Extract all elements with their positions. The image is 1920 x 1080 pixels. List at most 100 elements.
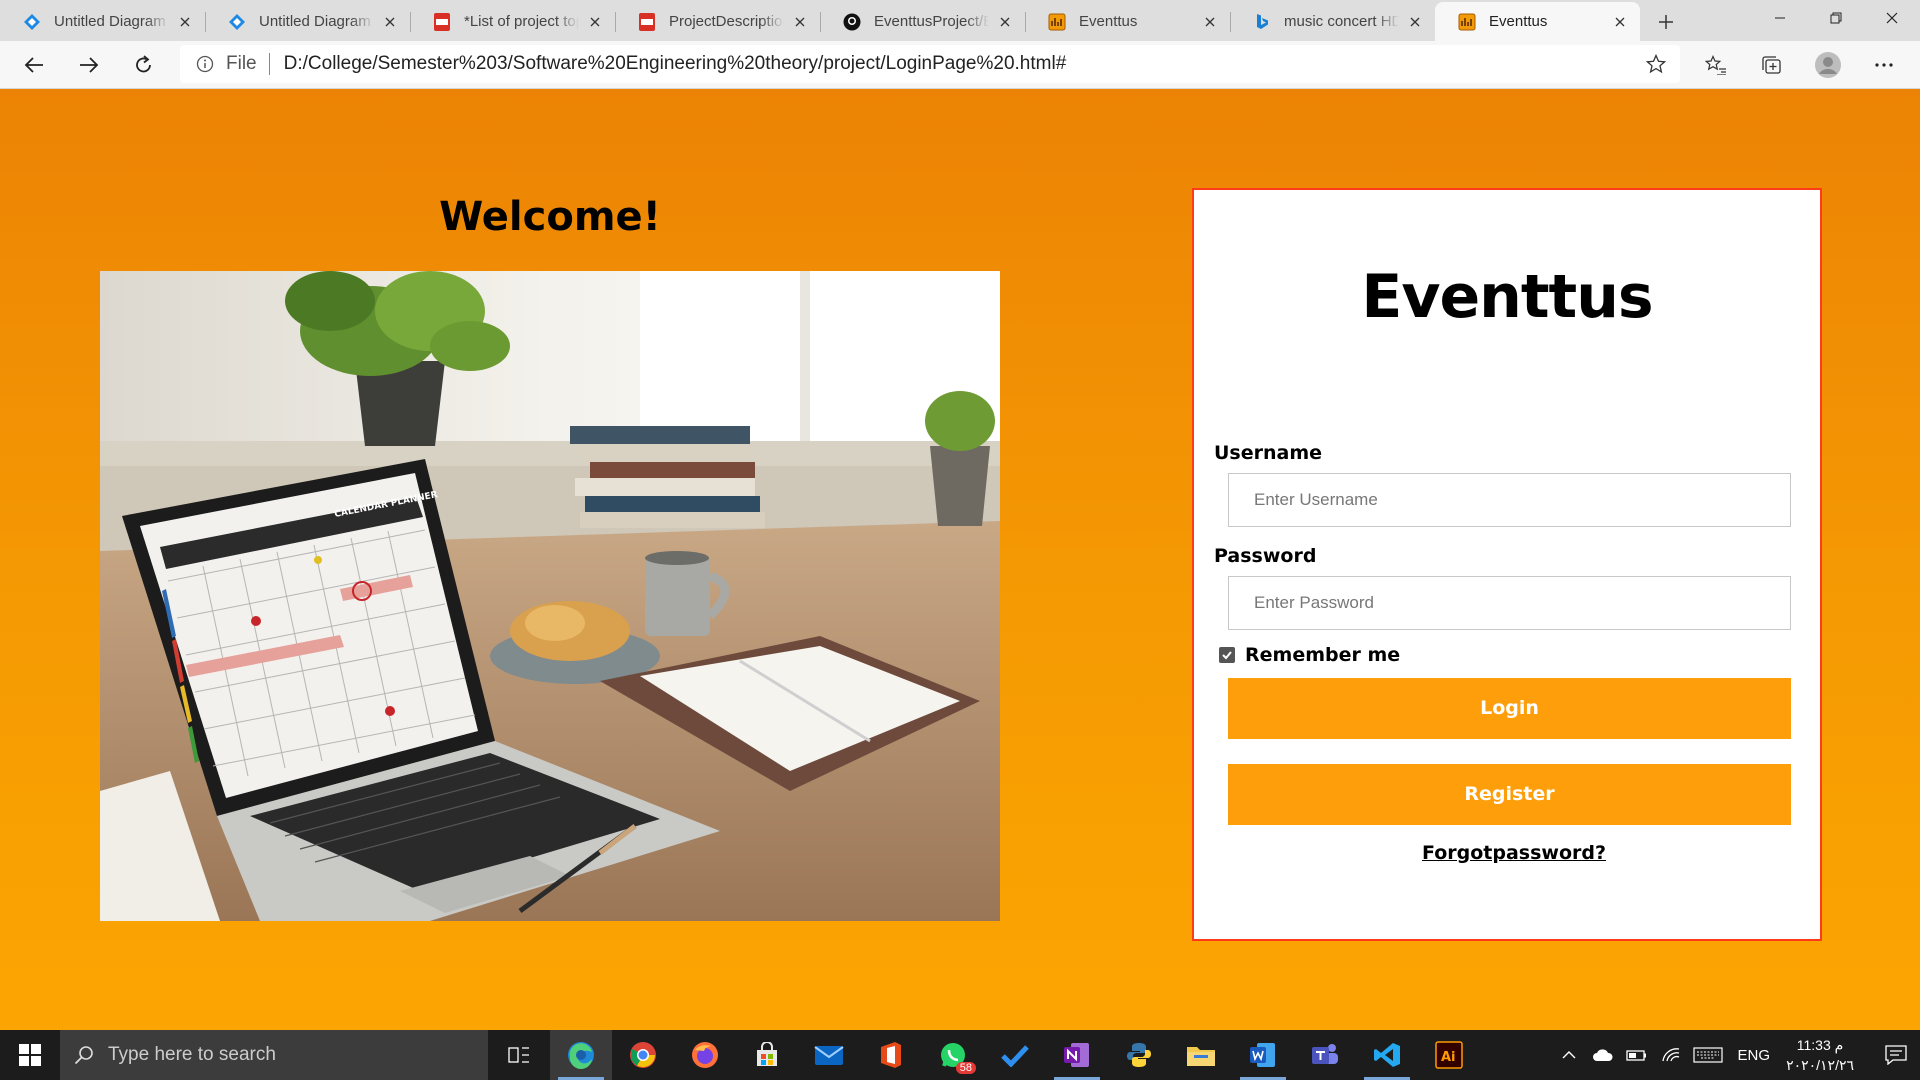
toolbar-right bbox=[1696, 45, 1920, 85]
address-scheme: File bbox=[226, 53, 257, 74]
word-icon[interactable] bbox=[1232, 1030, 1294, 1080]
notification-icon bbox=[1885, 1045, 1907, 1065]
browser-tab-strip: Untitled Diagram Untitled Diagram *List … bbox=[0, 0, 1920, 41]
store-icon[interactable] bbox=[736, 1030, 798, 1080]
office-icon[interactable] bbox=[860, 1030, 922, 1080]
checkmark-icon bbox=[1222, 651, 1232, 660]
svg-text:Ai: Ai bbox=[1441, 1050, 1456, 1065]
new-tab-button[interactable] bbox=[1646, 2, 1686, 41]
plus-icon bbox=[1659, 14, 1673, 29]
address-separator bbox=[268, 53, 270, 75]
drawio-icon bbox=[227, 12, 247, 32]
firefox-icon[interactable] bbox=[674, 1030, 736, 1080]
minimize-button[interactable] bbox=[1752, 0, 1808, 36]
register-button[interactable]: Register bbox=[1228, 764, 1791, 825]
clock[interactable]: 11:33 م ٢٠٢٠/١٢/٢٦ bbox=[1786, 1035, 1854, 1075]
whatsapp-icon[interactable]: 58 bbox=[922, 1030, 984, 1080]
browser-tab-active[interactable]: Eventtus bbox=[1435, 2, 1640, 41]
bing-icon bbox=[1252, 12, 1272, 32]
close-tab-icon[interactable] bbox=[175, 12, 195, 32]
username-label: Username bbox=[1214, 442, 1323, 464]
task-view-icon[interactable] bbox=[488, 1030, 550, 1080]
drawio-icon bbox=[22, 12, 42, 32]
remember-me-checkbox[interactable] bbox=[1219, 647, 1235, 663]
browser-tab[interactable]: music concert HD bbox=[1230, 2, 1435, 41]
address-url[interactable]: D:/College/Semester%203/Software%20Engin… bbox=[284, 53, 1067, 75]
forward-button[interactable] bbox=[69, 45, 109, 85]
browser-tab[interactable]: Eventtus bbox=[1025, 2, 1230, 41]
clock-time: 11:33 م bbox=[1796, 1037, 1844, 1053]
tab-title: Untitled Diagram bbox=[54, 13, 166, 30]
close-tab-icon[interactable] bbox=[1610, 12, 1630, 32]
mail-icon[interactable] bbox=[798, 1030, 860, 1080]
browser-tab[interactable]: Untitled Diagram bbox=[0, 2, 205, 41]
eventtus-favicon bbox=[1457, 12, 1477, 32]
info-icon[interactable] bbox=[196, 54, 216, 74]
profile-avatar[interactable] bbox=[1808, 45, 1848, 85]
tab-title: *List of project top bbox=[464, 13, 579, 30]
taskbar-search[interactable]: Type here to search bbox=[60, 1030, 488, 1080]
search-placeholder: Type here to search bbox=[108, 1044, 276, 1065]
hero-photo: CALENDAR PLANNER bbox=[100, 271, 1000, 921]
collections-button[interactable] bbox=[1752, 45, 1792, 85]
python-icon[interactable] bbox=[1108, 1030, 1170, 1080]
search-icon bbox=[74, 1046, 93, 1065]
close-window-button[interactable] bbox=[1864, 0, 1920, 36]
browser-tab[interactable]: ProjectDescription bbox=[615, 2, 820, 41]
windows-taskbar: Type here to search 58 Ai ENG 11:33 م ٢٠… bbox=[0, 1030, 1920, 1080]
edge-icon[interactable] bbox=[550, 1030, 612, 1080]
brand-title: Eventtus bbox=[1361, 262, 1653, 332]
remember-me-row: Remember me bbox=[1219, 644, 1400, 666]
todo-icon[interactable] bbox=[984, 1030, 1046, 1080]
pdf-icon bbox=[432, 12, 452, 32]
browser-tab[interactable]: Untitled Diagram bbox=[205, 2, 410, 41]
favorites-button[interactable] bbox=[1696, 45, 1736, 85]
windows-logo-icon bbox=[19, 1044, 41, 1066]
github-icon bbox=[842, 12, 862, 32]
clock-date: ٢٠٢٠/١٢/٢٦ bbox=[1786, 1057, 1854, 1073]
laptop-calendar-image: CALENDAR PLANNER bbox=[100, 271, 1000, 921]
illustrator-icon[interactable]: Ai bbox=[1418, 1030, 1480, 1080]
close-tab-icon[interactable] bbox=[380, 12, 400, 32]
address-bar[interactable]: File D:/College/Semester%203/Software%20… bbox=[180, 45, 1680, 83]
tab-title: Untitled Diagram bbox=[259, 13, 371, 30]
back-button[interactable] bbox=[14, 45, 54, 85]
password-input[interactable] bbox=[1228, 576, 1791, 630]
favorites-icon bbox=[1705, 55, 1726, 75]
password-label: Password bbox=[1214, 545, 1317, 567]
refresh-icon bbox=[136, 54, 151, 72]
forgot-password-link[interactable]: Forgotpassword? bbox=[1194, 842, 1820, 864]
remember-me-label: Remember me bbox=[1245, 644, 1401, 666]
onenote-icon[interactable] bbox=[1046, 1030, 1108, 1080]
close-tab-icon[interactable] bbox=[995, 12, 1015, 32]
input-language[interactable]: ENG bbox=[1738, 1047, 1771, 1064]
notifications-button[interactable] bbox=[1872, 1030, 1920, 1080]
star-icon[interactable] bbox=[1645, 53, 1667, 80]
vscode-icon[interactable] bbox=[1356, 1030, 1418, 1080]
login-button[interactable]: Login bbox=[1228, 678, 1791, 739]
browser-tab[interactable]: EventtusProject/Ev bbox=[820, 2, 1025, 41]
teams-icon[interactable] bbox=[1294, 1030, 1356, 1080]
keyboard-icon[interactable] bbox=[1690, 1030, 1726, 1080]
tab-title: EventtusProject/Ev bbox=[874, 13, 989, 30]
close-icon bbox=[1886, 12, 1898, 24]
file-explorer-icon[interactable] bbox=[1170, 1030, 1232, 1080]
onedrive-icon[interactable] bbox=[1588, 1030, 1618, 1080]
close-tab-icon[interactable] bbox=[790, 12, 810, 32]
settings-more-button[interactable] bbox=[1864, 45, 1904, 85]
start-button[interactable] bbox=[0, 1030, 60, 1080]
username-input[interactable] bbox=[1228, 473, 1791, 527]
pdf-icon bbox=[637, 12, 657, 32]
browser-tab[interactable]: *List of project top bbox=[410, 2, 615, 41]
restore-button[interactable] bbox=[1808, 0, 1864, 36]
tab-title: ProjectDescription bbox=[669, 13, 784, 30]
wifi-icon[interactable] bbox=[1656, 1030, 1686, 1080]
more-dots-icon bbox=[1875, 63, 1893, 67]
battery-icon[interactable] bbox=[1622, 1030, 1652, 1080]
chevron-up-icon[interactable] bbox=[1554, 1030, 1584, 1080]
chrome-icon[interactable] bbox=[612, 1030, 674, 1080]
close-tab-icon[interactable] bbox=[585, 12, 605, 32]
close-tab-icon[interactable] bbox=[1405, 12, 1425, 32]
refresh-button[interactable] bbox=[124, 45, 164, 85]
close-tab-icon[interactable] bbox=[1200, 12, 1220, 32]
